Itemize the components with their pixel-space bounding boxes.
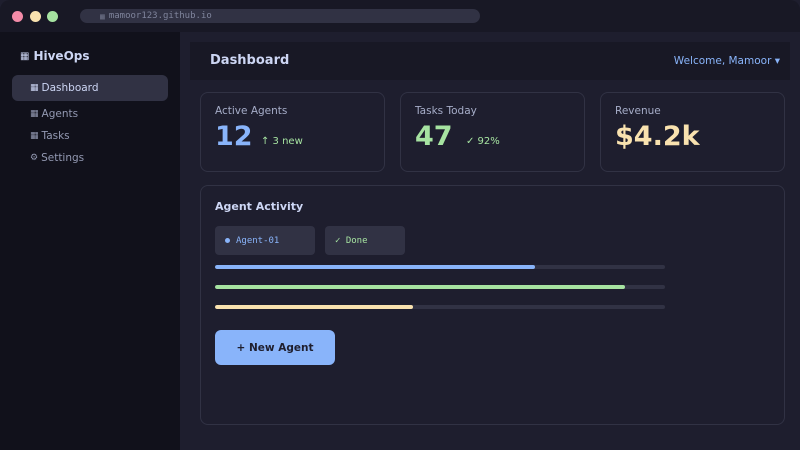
brand[interactable]: ▦ HiveOps (20, 49, 90, 63)
stat-value: $4.2k (615, 121, 700, 152)
stat-label: Revenue (615, 105, 661, 117)
progress-bar (215, 305, 665, 309)
progress-fill (215, 265, 535, 269)
progress-bar (215, 285, 665, 289)
close-window-dot[interactable] (12, 11, 23, 22)
agent-chip[interactable]: Agent-01 (215, 226, 315, 255)
stat-card-tasks-today: Tasks Today 47 ✓ 92% (400, 92, 585, 172)
sidebar-item-label: Dashboard (41, 82, 99, 94)
maximize-window-dot[interactable] (47, 11, 58, 22)
stat-label: Active Agents (215, 105, 288, 117)
stat-card-revenue: Revenue $4.2k (600, 92, 785, 172)
user-menu-button[interactable]: Welcome, Mamoor ▾ (674, 55, 780, 67)
grid-icon: ▦ (100, 11, 105, 21)
progress-fill (215, 285, 625, 289)
grid-icon: ▦ (20, 50, 30, 62)
sidebar-item-label: Agents (41, 108, 79, 120)
sidebar: ▦ HiveOps ▦ Dashboard ▦ Agents ▦ Tasks ⚙… (0, 32, 180, 450)
brand-name: HiveOps (33, 49, 90, 63)
status-dot-icon (225, 238, 230, 243)
sidebar-item-label: Tasks (41, 130, 70, 142)
stat-delta: ✓ 92% (466, 136, 500, 147)
browser-titlebar: ▦ mamoor123.github.io (0, 0, 800, 32)
address-bar-url: mamoor123.github.io (108, 11, 212, 21)
new-agent-button[interactable]: + New Agent (215, 330, 335, 365)
progress-fill (215, 305, 413, 309)
stat-card-active-agents: Active Agents 12 ↑ 3 new (200, 92, 385, 172)
grid-icon: ▦ (30, 83, 39, 93)
grid-icon: ▦ (30, 109, 39, 119)
status-chip[interactable]: ✓ Done (325, 226, 405, 255)
app-window: ▦ mamoor123.github.io ▦ HiveOps ▦ Dashbo… (0, 0, 800, 450)
agent-chip-label: Agent-01 (236, 235, 280, 246)
gear-icon: ⚙ (30, 153, 39, 163)
progress-bar (215, 265, 665, 269)
page-header: Dashboard Welcome, Mamoor ▾ (190, 42, 790, 80)
sidebar-item-label: Settings (41, 152, 85, 164)
agent-activity-panel: Agent Activity Agent-01 ✓ Done + New Age… (200, 185, 785, 425)
grid-icon: ▦ (30, 131, 39, 141)
stat-value: 47 (415, 121, 453, 152)
stat-value: 12 (215, 121, 253, 152)
status-chip-label: ✓ Done (335, 235, 368, 246)
sidebar-item-settings[interactable]: ⚙ Settings (12, 145, 168, 171)
stat-delta: ↑ 3 new (261, 136, 303, 147)
stat-label: Tasks Today (415, 105, 477, 117)
page-title: Dashboard (210, 53, 290, 68)
panel-title: Agent Activity (215, 200, 304, 213)
minimize-window-dot[interactable] (30, 11, 41, 22)
address-bar[interactable]: ▦ mamoor123.github.io (80, 9, 480, 23)
sidebar-item-dashboard[interactable]: ▦ Dashboard (12, 75, 168, 101)
